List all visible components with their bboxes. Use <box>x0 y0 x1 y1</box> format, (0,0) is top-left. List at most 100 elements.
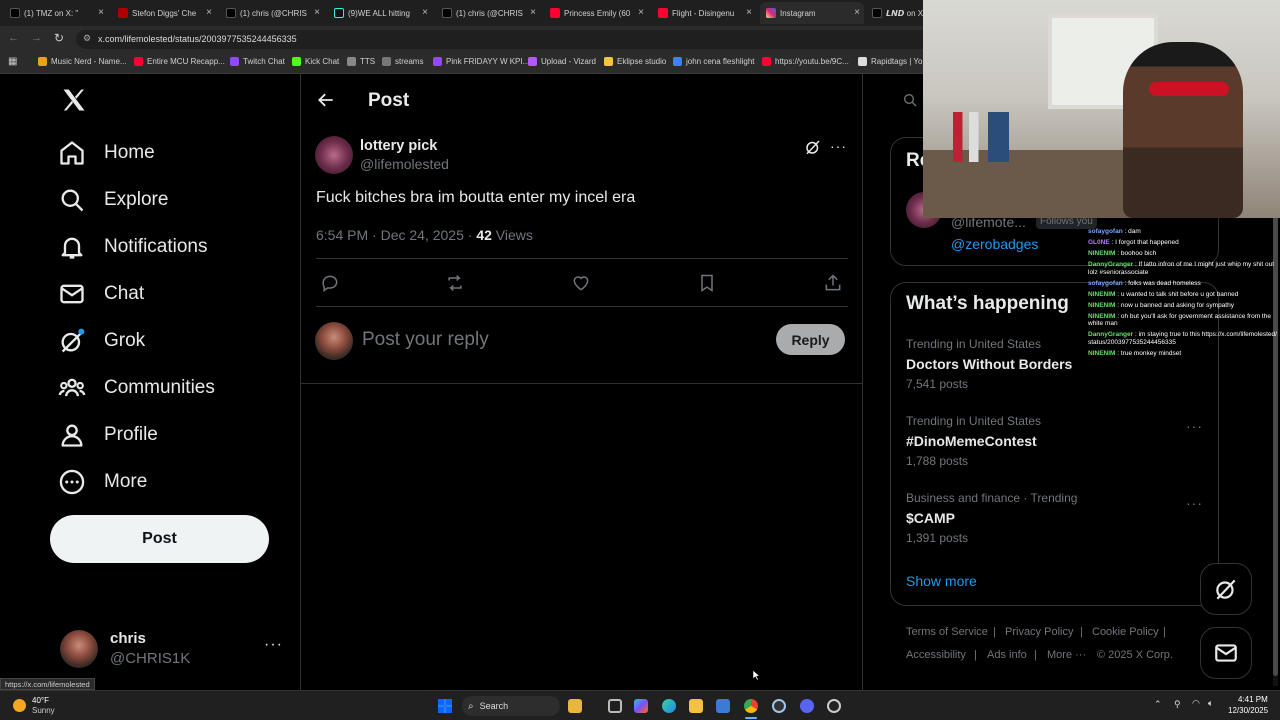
browser-tab[interactable]: (9)WE ALL hitting × <box>328 2 432 24</box>
back-icon[interactable]: ← <box>8 32 19 44</box>
more-dots-icon[interactable]: ··· <box>830 138 847 154</box>
close-icon[interactable]: × <box>422 7 428 18</box>
bookmark-item[interactable]: Rapidtags | You <box>858 57 927 66</box>
trend-item[interactable]: Business and finance · Trending $CAMP 1,… <box>906 491 1206 549</box>
store-icon[interactable] <box>716 699 730 713</box>
nav-explore[interactable]: Explore <box>58 182 168 218</box>
browser-tab[interactable]: (1) chris (@CHRIS × <box>436 2 540 24</box>
upload-icon <box>528 57 537 66</box>
show-more-link[interactable]: Show more <box>906 573 977 589</box>
weather-temp[interactable]: 40°F <box>32 696 49 705</box>
more-dots-icon[interactable]: ··· <box>1186 418 1203 434</box>
clock-date[interactable]: 12/30/2025 <box>1228 706 1268 715</box>
reply-input[interactable]: Post your reply <box>362 329 762 351</box>
close-icon[interactable]: × <box>638 7 644 18</box>
taskbar-search[interactable]: ⌕ Search <box>462 696 560 716</box>
trend-posts: 1,788 posts <box>906 454 969 468</box>
more-dots-icon[interactable]: ··· <box>1186 495 1203 511</box>
bookmark-item[interactable]: Twitch Chat <box>230 57 285 66</box>
browser-tab[interactable]: (1) chris (@CHRIS × <box>220 2 324 24</box>
footer-ads-info[interactable]: Ads info <box>987 649 1027 661</box>
folder-icon[interactable] <box>689 699 703 713</box>
browser-tab[interactable]: Instagram × <box>760 2 864 24</box>
bio-link[interactable]: @zerobadges <box>951 236 1038 252</box>
bookmark-item[interactable]: Music Nerd - Name... <box>38 57 127 66</box>
grok-fab[interactable] <box>1200 563 1252 615</box>
bookmark-item[interactable]: Entire MCU Recapp... <box>134 57 225 66</box>
weather-desc: Sunny <box>32 706 55 715</box>
author-handle[interactable]: @lifemolested <box>360 156 449 172</box>
close-icon[interactable]: × <box>746 7 752 18</box>
app-icon[interactable] <box>827 699 841 713</box>
file-explorer-icon[interactable] <box>568 699 582 713</box>
footer-cookie[interactable]: Cookie Policy <box>1092 626 1159 638</box>
trend-item[interactable]: Trending in United States #DinoMemeConte… <box>906 414 1206 472</box>
footer-more[interactable]: More ··· <box>1047 649 1086 661</box>
post-timestamp[interactable]: 6:54 PM · Dec 24, 2025 · <box>316 227 476 243</box>
copilot-icon[interactable] <box>634 699 648 713</box>
chrome-icon[interactable] <box>744 699 758 713</box>
browser-tab[interactable]: Princess Emily (60 × <box>544 2 648 24</box>
weather-sun-icon[interactable] <box>13 699 26 712</box>
more-dots-icon[interactable]: ··· <box>264 636 283 654</box>
bookmark-item[interactable]: streams <box>382 57 423 66</box>
bookmark-item[interactable]: Pink FRIDAYY W KPI... <box>433 57 529 66</box>
bookmark-icon[interactable] <box>697 273 717 298</box>
app-icon[interactable] <box>772 699 786 713</box>
bookmark-item[interactable]: Eklipse studio <box>604 57 666 66</box>
url-field[interactable]: ⚙ x.com/lifemolested/status/200397753524… <box>76 30 936 49</box>
edge-icon[interactable] <box>662 699 676 713</box>
volume-icon[interactable]: 🔈︎ <box>1208 698 1213 709</box>
nav-profile[interactable]: Profile <box>58 417 158 453</box>
grok-icon[interactable] <box>804 138 822 161</box>
reply-button[interactable]: Reply <box>776 324 845 355</box>
bookmark-label: john cena fleshlight <box>686 57 755 66</box>
close-icon[interactable]: × <box>206 7 212 18</box>
start-icon[interactable] <box>438 699 452 713</box>
bookmark-item[interactable]: TTS <box>347 57 375 66</box>
tray-app-icon[interactable]: ⚲ <box>1174 699 1181 710</box>
messages-fab[interactable] <box>1200 627 1252 679</box>
search-icon[interactable] <box>902 92 918 113</box>
footer-terms[interactable]: Terms of Service <box>906 626 988 638</box>
nav-grok[interactable]: Grok <box>58 323 145 359</box>
author-name[interactable]: lottery pick <box>360 138 437 154</box>
browser-tab[interactable]: (1) TMZ on X: " × <box>4 2 108 24</box>
repost-icon[interactable] <box>445 273 465 298</box>
share-icon[interactable] <box>823 273 843 298</box>
bookmark-item[interactable]: https://youtu.be/9C... <box>762 57 849 66</box>
clock-time[interactable]: 4:41 PM <box>1238 695 1268 704</box>
browser-tab[interactable]: Flight - Disingenu × <box>652 2 756 24</box>
discord-icon[interactable] <box>800 699 814 713</box>
task-view-icon[interactable] <box>608 699 622 713</box>
apps-grid-icon[interactable]: ▦ <box>8 56 17 67</box>
close-icon[interactable]: × <box>854 7 860 18</box>
author-avatar[interactable] <box>315 136 353 174</box>
footer-accessibility[interactable]: Accessibility <box>906 649 966 661</box>
bookmark-item[interactable]: Kick Chat <box>292 57 339 66</box>
close-icon[interactable]: × <box>98 7 104 18</box>
bookmark-item[interactable]: Upload - Vizard <box>528 57 596 66</box>
back-arrow-icon[interactable] <box>316 90 336 115</box>
wifi-icon[interactable]: ◠ <box>1192 698 1200 709</box>
post-button[interactable]: Post <box>50 515 269 563</box>
bookmark-item[interactable]: john cena fleshlight <box>673 57 755 66</box>
close-icon[interactable]: × <box>314 7 320 18</box>
footer-privacy[interactable]: Privacy Policy <box>1005 626 1073 638</box>
like-icon[interactable] <box>571 273 591 298</box>
site-info-icon[interactable]: ⚙ <box>83 33 91 44</box>
x-logo-icon[interactable] <box>60 86 90 116</box>
reload-icon[interactable]: ↻ <box>54 31 64 45</box>
forward-icon[interactable]: → <box>31 32 42 44</box>
close-icon[interactable]: × <box>530 7 536 18</box>
nav-home[interactable]: Home <box>58 135 155 171</box>
nav-notifications[interactable]: Notifications <box>58 229 208 265</box>
browser-tab[interactable]: Stefon Diggs' Che × <box>112 2 216 24</box>
browser-tab[interactable]: 𝙇𝙉𝘿 on X: <box>866 2 924 24</box>
account-switcher[interactable]: chris @CHRIS1K ··· <box>60 628 285 670</box>
tray-chevron-icon[interactable]: ⌃ <box>1154 699 1162 710</box>
nav-chat[interactable]: Chat <box>58 276 144 312</box>
reply-icon[interactable] <box>320 273 340 298</box>
nav-more[interactable]: More <box>58 464 147 500</box>
nav-communities[interactable]: Communities <box>58 370 215 406</box>
